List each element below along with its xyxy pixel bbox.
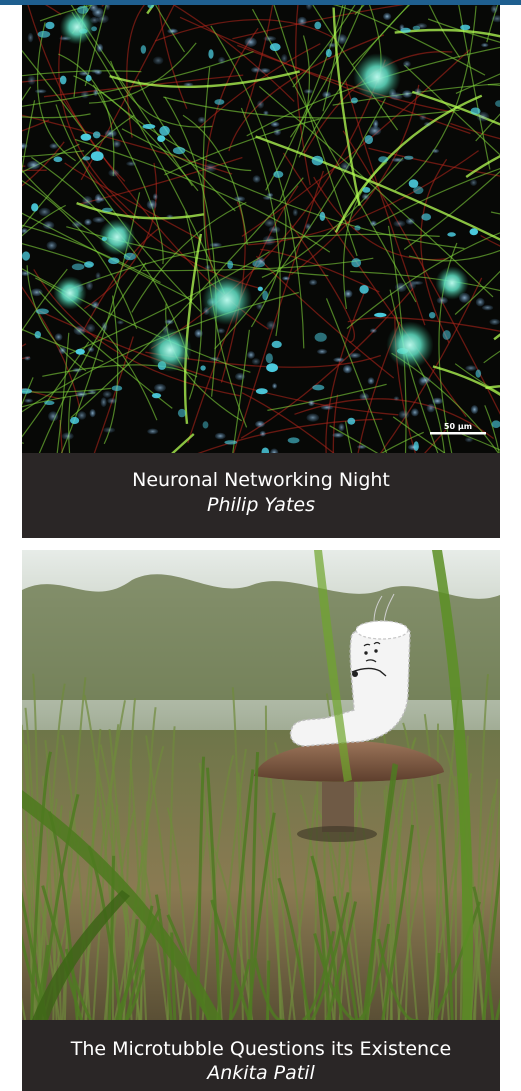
caption-box: Neuronal Networking Night Philip Yates	[22, 453, 500, 538]
artwork-title: Neuronal Networking Night	[132, 469, 390, 491]
artwork-author: Philip Yates	[207, 494, 315, 516]
mushroom-grass-photo	[22, 550, 500, 1020]
scale-bar-label: 50 µm	[444, 422, 472, 431]
artwork-title: The Microtubble Questions its Existence	[70, 1038, 452, 1060]
neuron-micrograph-image: 50 µm	[22, 5, 500, 453]
caption-box: The Microtubble Questions its Existence …	[22, 1020, 500, 1091]
artwork-author: Ankita Patil	[207, 1062, 315, 1084]
